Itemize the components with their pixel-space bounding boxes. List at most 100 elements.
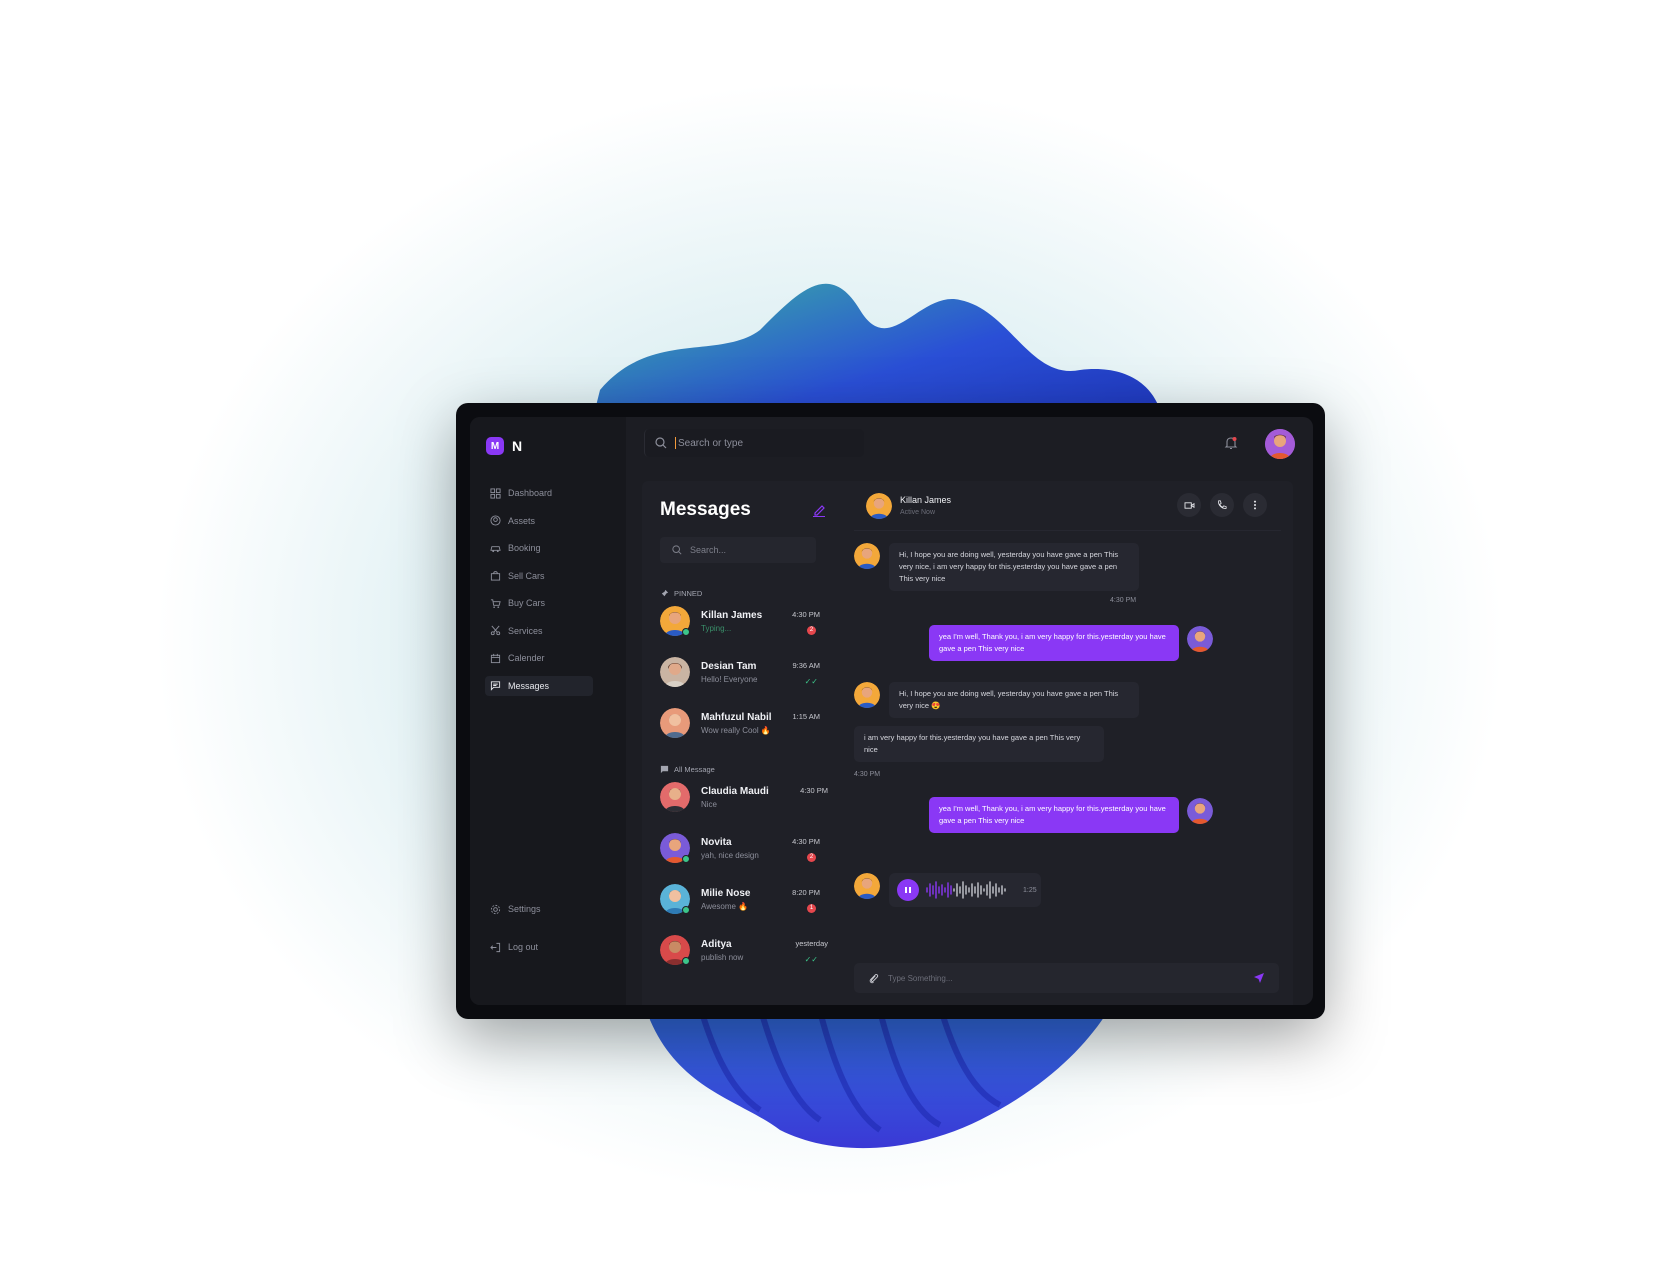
message-time: yesterday [795, 939, 828, 948]
message-timestamp: 4:30 PM [854, 771, 881, 778]
sidebar-item-label: Booking [508, 543, 541, 553]
cart-icon [490, 598, 501, 608]
chat-icon [490, 681, 501, 691]
all-messages-section-label: All Message [660, 765, 842, 774]
message-time: 4:30 PM [792, 837, 820, 846]
logo-text: N [512, 438, 523, 454]
message-preview: Typing... [701, 624, 732, 633]
conversation-item-mahfuzul-nabil[interactable]: Mahfuzul Nabil Wow really Cool 🔥 1:15 AM [660, 706, 842, 751]
send-icon[interactable] [1253, 972, 1265, 984]
chat-contact-status: Active Now [900, 509, 936, 516]
conversation-item-killan-james[interactable]: Killan James Typing... 4:30 PM 2 [660, 604, 842, 649]
contact-name: Desian Tam [701, 661, 757, 672]
more-options-button[interactable] [1243, 493, 1267, 517]
logout-icon [490, 942, 501, 952]
sidebar-item-label: Messages [508, 680, 550, 691]
message-time: 1:15 AM [792, 712, 820, 721]
pinned-section-label: PINNED [660, 589, 842, 598]
video-icon [1184, 501, 1194, 509]
sidebar-item-sell-cars[interactable]: Sell Cars [485, 566, 593, 586]
contact-name: Novita [701, 837, 732, 848]
online-indicator [682, 855, 690, 863]
sidebar-item-settings[interactable]: Settings [485, 899, 593, 919]
message-bubble-outgoing: yea I'm well, Thank you, i am very happy… [929, 797, 1179, 833]
online-indicator [682, 906, 690, 914]
conversation-item-desian-tam[interactable]: Desian Tam Hello! Everyone 9:36 AM ✓✓ [660, 655, 842, 700]
message-time: 4:30 PM [800, 786, 828, 795]
message-preview: Nice [701, 800, 718, 809]
sidebar-item-services[interactable]: Services [485, 621, 593, 641]
conversation-item-aditya[interactable]: Aditya publish now yesterday ✓✓ [660, 933, 842, 978]
sidebar-item-label: Buy Cars [508, 598, 546, 608]
message-bubble-incoming: Hi, I hope you are doing well, yesterday… [889, 543, 1139, 591]
pause-button[interactable] [897, 879, 919, 901]
chat-actions [1177, 493, 1267, 517]
global-search-placeholder: Search or type [678, 437, 744, 449]
contact-name: Killan James [701, 610, 763, 621]
unread-badge: 1 [807, 904, 816, 913]
sidebar-item-label: Services [508, 625, 543, 636]
avatar [660, 657, 690, 687]
chat-icon [660, 765, 669, 774]
sidebar-item-label: Assets [508, 515, 536, 526]
sidebar-item-label: Log out [508, 942, 539, 952]
chat-contact-name: Killan James [900, 495, 952, 505]
sidebar-item-label: Dashboard [508, 488, 553, 498]
phone-icon [1218, 500, 1227, 509]
gear-icon [490, 904, 501, 914]
text-cursor [675, 437, 676, 449]
avatar[interactable] [866, 492, 892, 519]
online-indicator [682, 957, 690, 965]
avatar [660, 782, 690, 812]
scissors-icon [490, 625, 501, 636]
sidebar-item-messages[interactable]: Messages [485, 675, 593, 696]
contact-name: Aditya [701, 939, 732, 950]
video-call-button[interactable] [1177, 493, 1201, 517]
contact-name: Claudia Maudi [701, 786, 769, 797]
app-screen: M N Dashboard Assets Booking Sell Cars B… [470, 417, 1313, 1005]
sidebar-item-booking[interactable]: Booking [485, 538, 593, 558]
compose-icon[interactable] [812, 503, 826, 517]
paperclip-icon[interactable] [868, 973, 879, 984]
message-bubble-incoming: i am very happy for this.yesterday you h… [854, 726, 1104, 762]
user-circle-icon [490, 515, 501, 526]
sidebar-nav: Dashboard Assets Booking Sell Cars Buy C… [470, 483, 626, 696]
conversation-item-claudia-maudi[interactable]: Claudia Maudi Nice 4:30 PM [660, 780, 842, 825]
global-search-input[interactable]: Search or type [644, 429, 864, 457]
sidebar-item-log-out[interactable]: Log out [485, 937, 593, 957]
avatar [1187, 798, 1213, 824]
message-preview: Hello! Everyone [701, 675, 758, 684]
voice-call-button[interactable] [1210, 493, 1234, 517]
message-composer[interactable]: Type Something... [854, 963, 1279, 993]
search-icon [672, 545, 682, 555]
voice-duration: 1:25 [1023, 886, 1037, 894]
online-indicator [682, 628, 690, 636]
bell-icon[interactable] [1223, 435, 1239, 451]
read-receipt-icon: ✓✓ [804, 955, 818, 964]
grid-icon [490, 487, 501, 499]
contact-name: Mahfuzul Nabil [701, 712, 772, 723]
unread-badge: 2 [807, 626, 816, 635]
sidebar-item-dashboard[interactable]: Dashboard [485, 483, 593, 503]
sidebar-item-buy-cars[interactable]: Buy Cars [485, 593, 593, 613]
composer-placeholder: Type Something... [888, 973, 953, 983]
message-time: 8:20 PM [792, 888, 820, 897]
sidebar-item-assets[interactable]: Assets [485, 511, 593, 531]
message-preview: Wow really Cool 🔥 [701, 726, 771, 735]
avatar [660, 708, 690, 738]
topbar: Search or type [626, 417, 1313, 469]
logo[interactable]: M N [470, 435, 626, 457]
message-preview: yah, nice design [701, 851, 759, 860]
chat-header: Killan James Active Now [854, 481, 1281, 531]
avatar [854, 543, 880, 569]
message-bubble-incoming: Hi, I hope you are doing well, yesterday… [889, 682, 1139, 718]
app-window: M N Dashboard Assets Booking Sell Cars B… [456, 403, 1325, 1019]
sidebar-item-calender[interactable]: Calender [485, 648, 593, 668]
avatar [854, 682, 880, 708]
conversation-item-novita[interactable]: Novita yah, nice design 4:30 PM 2 [660, 831, 842, 876]
read-receipt-icon: ✓✓ [804, 677, 818, 686]
waveform-icon[interactable] [925, 880, 1017, 900]
user-avatar[interactable] [1265, 429, 1295, 459]
conversation-search-input[interactable]: Search... [660, 537, 816, 563]
conversation-item-milie-nose[interactable]: Milie Nose Awesome 🔥 8:20 PM 1 [660, 882, 842, 927]
